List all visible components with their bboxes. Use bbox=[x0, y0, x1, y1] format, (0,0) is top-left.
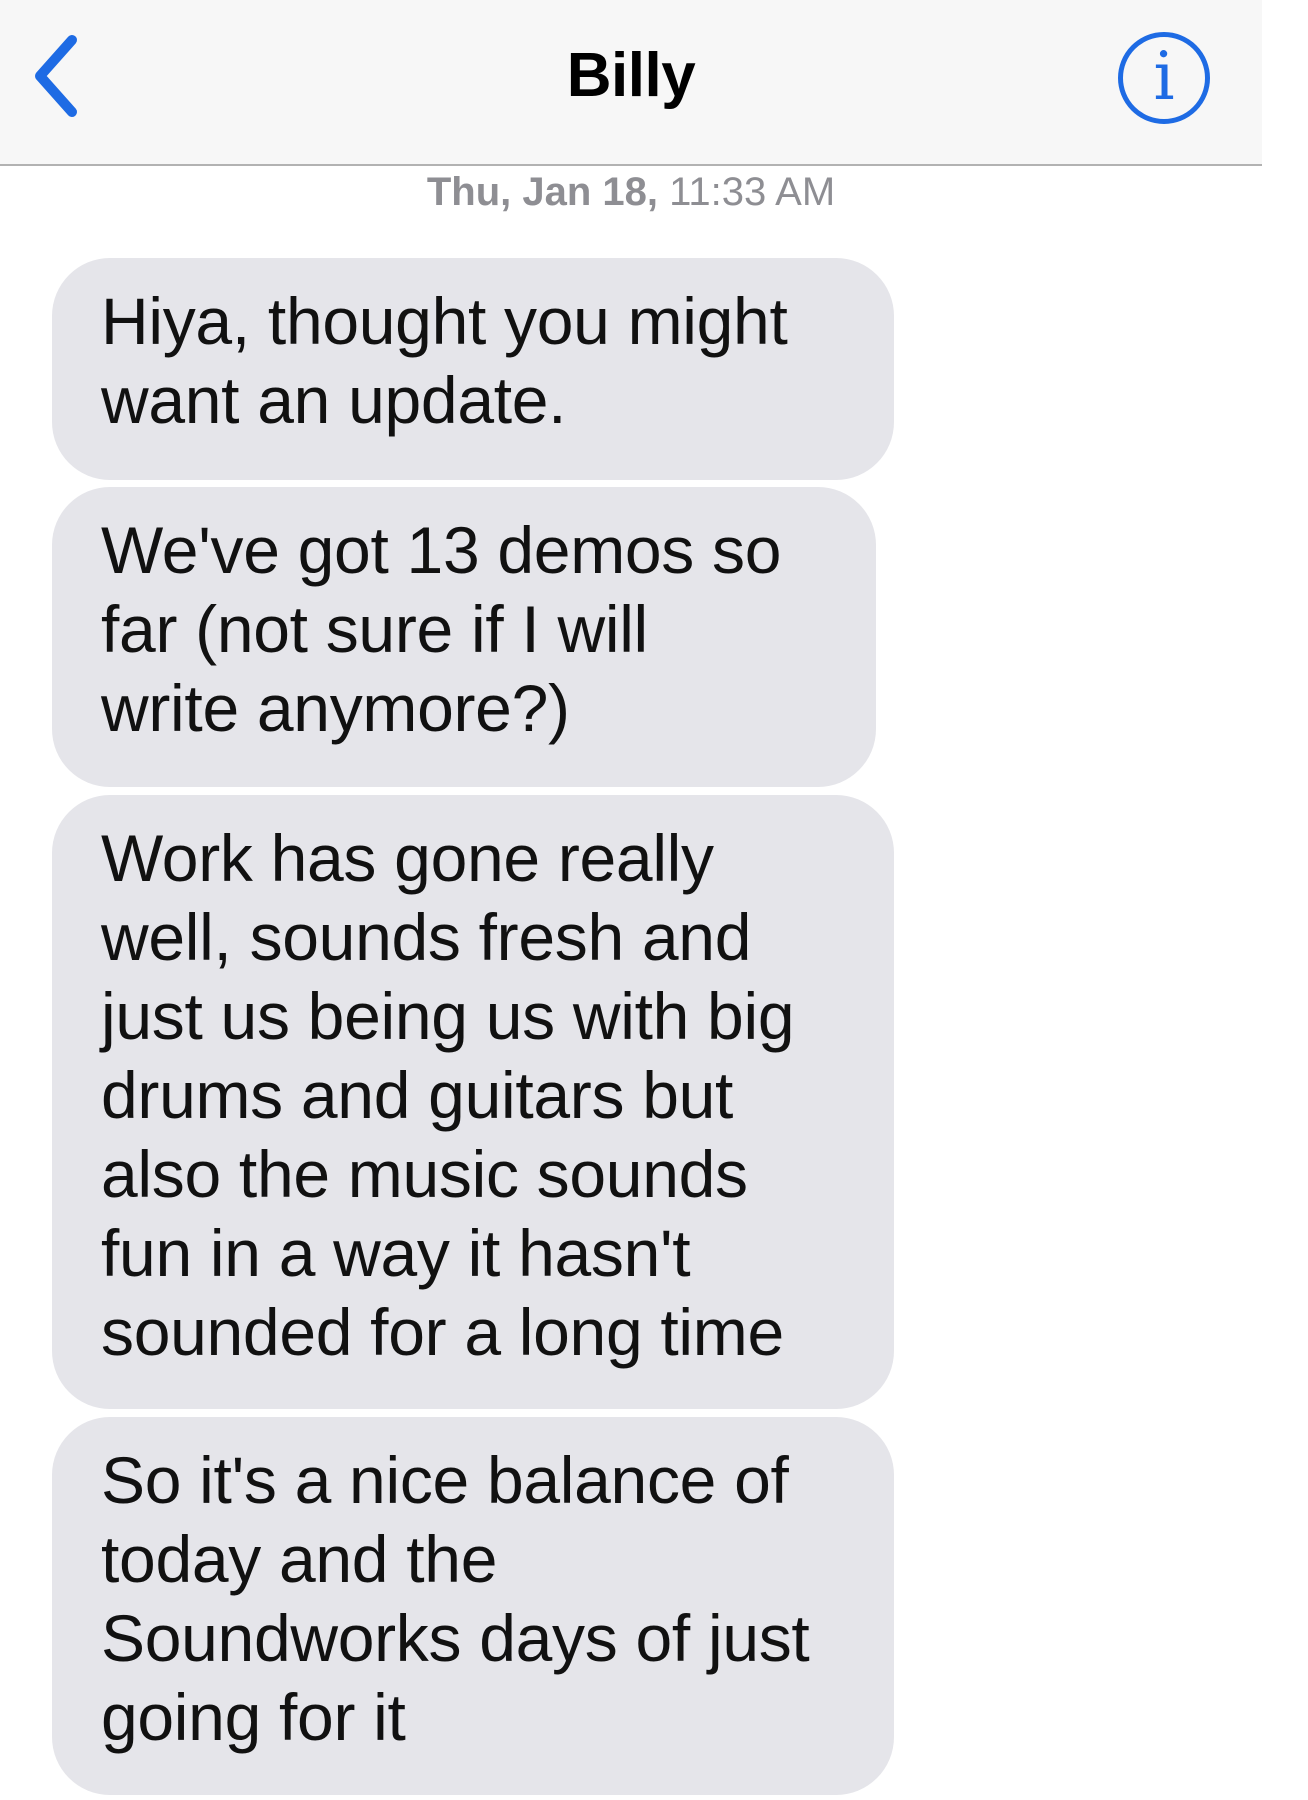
message-line: We've got 13 demos so bbox=[101, 513, 782, 587]
message-line: going for it bbox=[101, 1680, 406, 1754]
message-line: today and the bbox=[101, 1522, 498, 1596]
navigation-bar: Billy i bbox=[0, 0, 1262, 166]
info-icon[interactable]: i bbox=[1118, 32, 1210, 124]
message-line: Work has gone really bbox=[101, 821, 714, 895]
message-line: sounded for a long time bbox=[101, 1295, 784, 1369]
message-timestamp: Thu, Jan 18, 11:33 AM bbox=[0, 170, 1262, 215]
message-line: Hiya, thought you might bbox=[101, 284, 788, 358]
message-line: write anymore?) bbox=[101, 671, 570, 745]
timestamp-day: Thu, Jan 18, bbox=[426, 170, 658, 214]
message-line: far (not sure if I will bbox=[101, 592, 648, 666]
message-line: So it's a nice balance of bbox=[101, 1443, 789, 1517]
message-line: Soundworks days of just bbox=[101, 1601, 810, 1675]
message-line: well, sounds fresh and bbox=[101, 900, 752, 974]
message-bubble[interactable]: Hiya, thought you might want an update. bbox=[52, 258, 894, 480]
message-bubble[interactable]: So it's a nice balance of today and the … bbox=[52, 1417, 894, 1795]
message-line: also the music sounds bbox=[101, 1137, 748, 1211]
message-line: just us being us with big bbox=[101, 979, 795, 1053]
message-bubble[interactable]: We've got 13 demos so far (not sure if I… bbox=[52, 487, 876, 787]
message-line: want an update. bbox=[101, 363, 567, 437]
timestamp-time: 11:33 AM bbox=[669, 170, 836, 214]
message-line: drums and guitars but bbox=[101, 1058, 734, 1132]
message-bubble[interactable]: Work has gone really well, sounds fresh … bbox=[52, 795, 894, 1409]
message-line: fun in a way it hasn't bbox=[101, 1216, 691, 1290]
contact-name[interactable]: Billy bbox=[0, 40, 1262, 111]
